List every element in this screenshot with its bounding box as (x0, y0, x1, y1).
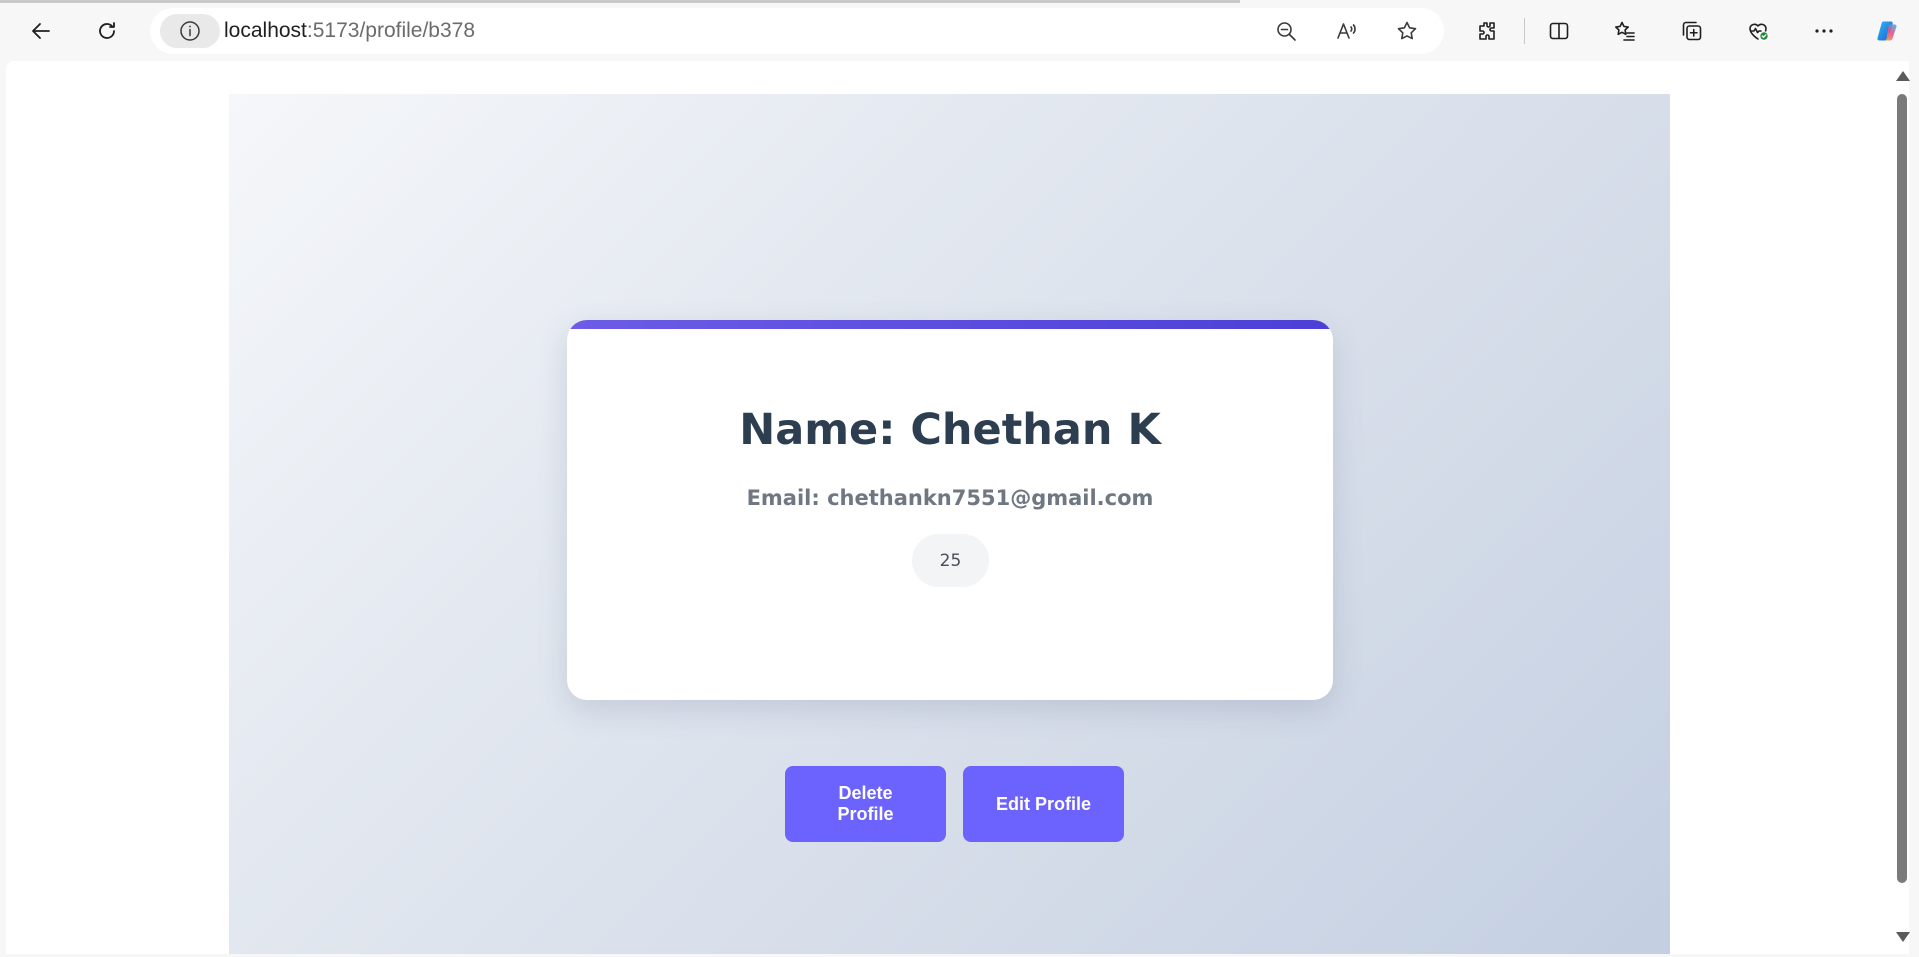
split-screen-icon (1549, 22, 1569, 40)
profile-email: Email: chethankn7551@gmail.com (746, 486, 1154, 510)
scrollbar-thumb[interactable] (1897, 94, 1907, 883)
profile-page: Name: Chethan K Email: chethankn7551@gma… (229, 94, 1670, 954)
collections-icon (1682, 21, 1702, 41)
scroll-up-arrow-icon[interactable] (1896, 71, 1910, 81)
favorites-list-icon (1615, 21, 1635, 41)
browser-essentials-button[interactable] (1737, 10, 1779, 52)
site-info-button[interactable] (160, 14, 220, 48)
split-screen-button[interactable] (1538, 10, 1580, 52)
more-button[interactable] (1803, 10, 1845, 52)
profile-name: Name: Chethan K (739, 405, 1161, 455)
url-path: :5173/profile/b378 (306, 19, 476, 42)
profile-card: Name: Chethan K Email: chethankn7551@gma… (567, 320, 1333, 700)
refresh-button[interactable] (86, 10, 128, 52)
favorite-star-icon (1397, 21, 1417, 40)
delete-profile-button[interactable]: Delete Profile (785, 766, 946, 842)
card-accent-bar (567, 320, 1333, 329)
collections-button[interactable] (1671, 10, 1713, 52)
extensions-icon (1479, 22, 1495, 40)
url-text[interactable]: localhost:5173/profile/b378 (224, 19, 475, 43)
toolbar-divider (1524, 18, 1525, 44)
profile-age-badge: 25 (912, 534, 989, 587)
refresh-icon (99, 22, 115, 39)
extensions-button[interactable] (1466, 10, 1508, 52)
edit-profile-button[interactable]: Edit Profile (963, 766, 1124, 842)
zoom-out-button[interactable] (1271, 16, 1301, 46)
browser-essentials-icon (1749, 23, 1769, 41)
site-info-icon (180, 21, 200, 41)
read-aloud-button[interactable] (1332, 16, 1362, 46)
loading-indicator (0, 0, 1240, 3)
read-aloud-icon (1337, 23, 1356, 39)
vertical-scrollbar[interactable] (1894, 61, 1910, 954)
url-host: localhost (224, 19, 307, 42)
page-viewport: Name: Chethan K Email: chethankn7551@gma… (6, 61, 1910, 954)
copilot-icon (1877, 21, 1897, 41)
browser-toolbar: localhost:5173/profile/b378 (0, 0, 1919, 61)
back-icon (32, 23, 50, 39)
zoom-out-icon (1277, 22, 1296, 41)
scroll-down-arrow-icon[interactable] (1896, 932, 1910, 942)
back-button[interactable] (20, 10, 62, 52)
address-bar[interactable]: localhost:5173/profile/b378 (150, 8, 1444, 54)
favorites-button[interactable] (1604, 10, 1646, 52)
copilot-button[interactable] (1866, 10, 1908, 52)
favorite-button[interactable] (1392, 16, 1422, 46)
more-icon (1815, 29, 1833, 33)
